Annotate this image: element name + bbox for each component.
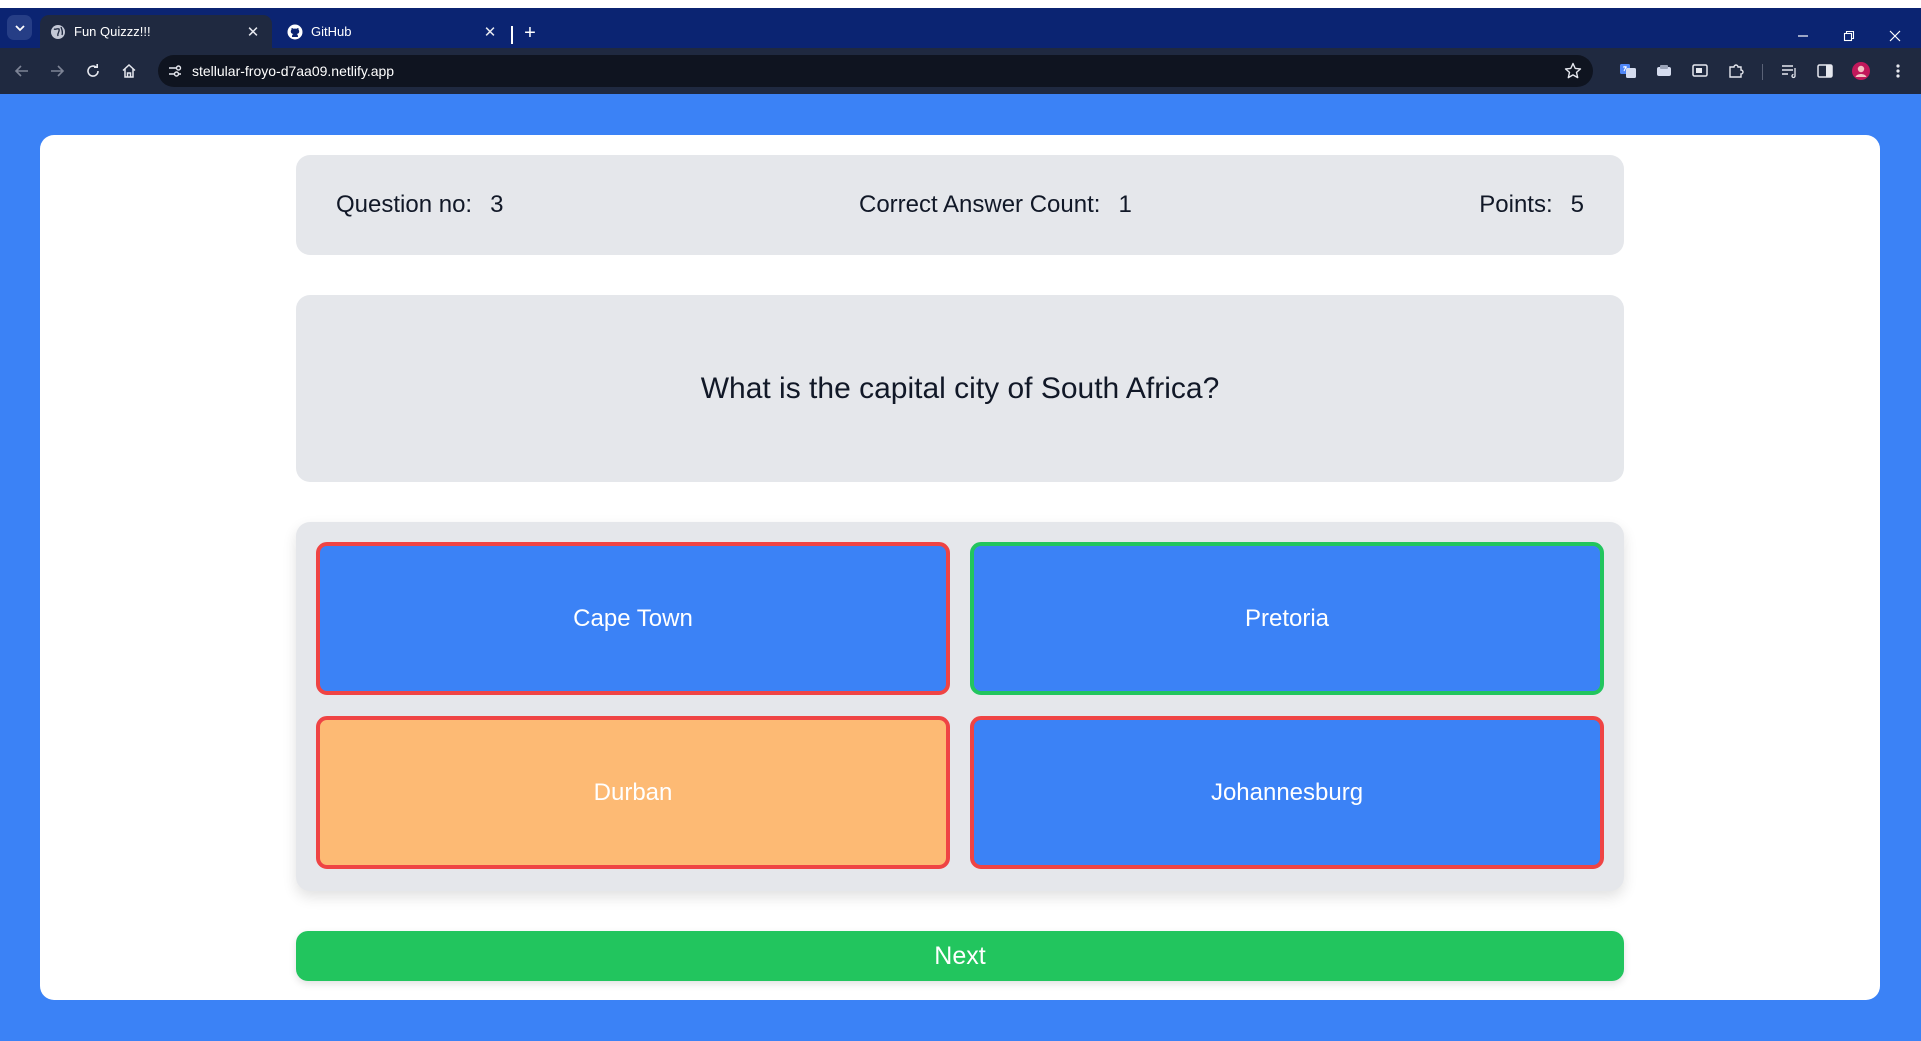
answer-options-panel: Cape Town Pretoria Durban Johannesburg (296, 522, 1624, 891)
reload-icon[interactable] (81, 59, 105, 83)
more-menu-icon[interactable] (1887, 60, 1909, 82)
tab-divider (511, 26, 513, 44)
points-stat: Points: 5 (1479, 155, 1584, 255)
option-label: Cape Town (573, 604, 693, 632)
close-tab-icon[interactable]: ✕ (481, 23, 499, 41)
question-number-label: Question no: (336, 191, 473, 218)
browser-tab-strip: Fun Quizzz!!! ✕ GitHub ✕ + (0, 8, 1921, 48)
points-label: Points: (1479, 191, 1553, 218)
next-button-label: Next (934, 941, 986, 970)
translate-icon[interactable] (1617, 60, 1639, 82)
bookmark-star-icon[interactable] (1563, 61, 1583, 81)
profile-avatar-icon[interactable] (1850, 60, 1872, 82)
close-tab-icon[interactable]: ✕ (244, 23, 262, 41)
question-text: What is the capital city of South Africa… (700, 371, 1220, 405)
tab-github[interactable]: GitHub ✕ (277, 15, 509, 48)
globe-icon (51, 24, 65, 39)
tab-title: GitHub (311, 24, 352, 39)
next-button[interactable]: Next (296, 931, 1624, 981)
browser-toolbar: stellular-froyo-d7aa09.netlify.app (0, 48, 1921, 94)
option-pretoria[interactable]: Pretoria (970, 542, 1604, 695)
correct-count-stat: Correct Answer Count: 1 (859, 155, 1132, 255)
forward-icon[interactable] (45, 59, 69, 83)
page-background: Question no: 3 Correct Answer Count: 1 P… (0, 94, 1921, 1041)
side-panel-icon[interactable] (1814, 60, 1836, 82)
chevron-down-icon (14, 24, 25, 31)
tab-title: Fun Quizzz!!! (74, 24, 151, 39)
extensions-puzzle-icon[interactable] (1725, 60, 1747, 82)
screen: Fun Quizzz!!! ✕ GitHub ✕ + stellular-fro… (0, 0, 1921, 1041)
extension-icon[interactable] (1653, 60, 1675, 82)
quiz-card: Question no: 3 Correct Answer Count: 1 P… (40, 135, 1880, 1000)
back-icon[interactable] (10, 59, 34, 83)
option-label: Pretoria (1244, 604, 1330, 632)
correct-count-value: 1 (1118, 191, 1132, 218)
tab-fun-quiz[interactable]: Fun Quizzz!!! ✕ (40, 15, 272, 48)
option-label: Johannesburg (1210, 778, 1364, 806)
points-value: 5 (1570, 191, 1584, 218)
option-cape-town[interactable]: Cape Town (316, 542, 950, 695)
github-icon (287, 24, 303, 39)
option-label: Durban (593, 778, 673, 806)
option-johannesburg[interactable]: Johannesburg (970, 716, 1604, 869)
question-number-stat: Question no: 3 (336, 155, 503, 255)
reading-list-icon[interactable] (1778, 60, 1800, 82)
question-box: What is the capital city of South Africa… (296, 295, 1624, 482)
correct-count-label: Correct Answer Count: (859, 191, 1101, 218)
site-settings-icon[interactable] (166, 62, 184, 80)
quiz-stats-bar: Question no: 3 Correct Answer Count: 1 P… (296, 155, 1624, 255)
cast-icon[interactable] (1689, 60, 1711, 82)
new-tab-icon[interactable]: + (519, 22, 541, 44)
url-text: stellular-froyo-d7aa09.netlify.app (192, 63, 395, 79)
address-bar[interactable]: stellular-froyo-d7aa09.netlify.app (158, 55, 1593, 87)
tab-search-button[interactable] (7, 15, 32, 40)
question-number-value: 3 (490, 191, 504, 218)
toolbar-divider (1762, 64, 1763, 80)
option-durban[interactable]: Durban (316, 716, 950, 869)
home-icon[interactable] (117, 59, 141, 83)
